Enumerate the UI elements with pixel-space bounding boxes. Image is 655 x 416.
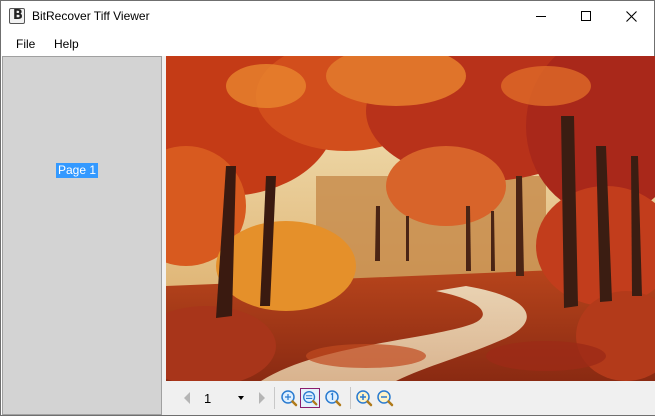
zoom-out-button[interactable] [375,388,395,408]
previous-page-icon [184,392,190,404]
actual-size-button[interactable] [323,388,343,408]
close-icon [626,11,637,22]
previous-page-button[interactable] [178,388,198,408]
chevron-down-icon [238,396,244,400]
minimize-icon [536,16,546,17]
zoom-in-icon [356,390,373,407]
bottom-toolbar: 1 [166,381,655,415]
fit-width-icon [303,391,318,406]
toolbar-separator [274,387,275,409]
page-number-dropdown[interactable]: 1 [200,389,248,407]
maximize-icon [581,11,591,21]
menu-file[interactable]: File [16,37,35,51]
zoom-out-icon [377,390,394,407]
toolbar-separator [350,387,351,409]
fit-page-icon [281,390,298,407]
app-logo-icon: B [9,8,25,24]
image-viewer[interactable] [166,56,655,381]
menu-help[interactable]: Help [54,37,79,51]
menu-bar: File Help [1,32,654,56]
page-number-value: 1 [204,391,212,406]
thumbnail-sidebar[interactable]: Page 1 [2,56,162,415]
title-bar[interactable]: B BitRecover Tiff Viewer [1,1,654,31]
window-title: BitRecover Tiff Viewer [32,9,150,23]
tiff-image [166,56,655,381]
zoom-in-button[interactable] [354,388,374,408]
fit-width-button[interactable] [300,388,320,408]
next-page-icon [259,392,265,404]
close-button[interactable] [609,1,655,31]
app-window: B BitRecover Tiff Viewer File Help Page … [0,0,655,416]
maximize-button[interactable] [564,1,610,31]
next-page-button[interactable] [252,388,272,408]
minimize-button[interactable] [519,1,565,31]
page-thumbnail-1[interactable]: Page 1 [56,163,99,178]
actual-size-icon [325,390,342,407]
fit-page-button[interactable] [279,388,299,408]
